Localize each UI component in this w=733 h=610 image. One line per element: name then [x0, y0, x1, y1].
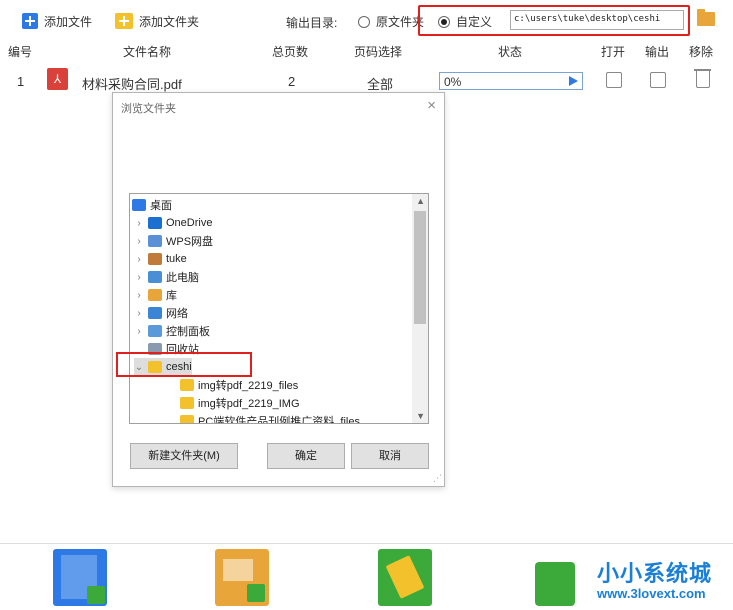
- add-folder-big-icon[interactable]: [215, 549, 269, 606]
- folder-icon: [180, 415, 194, 423]
- header-pages: 总页数: [272, 45, 309, 59]
- tree-item[interactable]: › 此电脑: [134, 268, 199, 286]
- add-file-icon: [22, 13, 38, 29]
- tree-item-label: OneDrive: [166, 217, 213, 229]
- onedrive-icon: [148, 217, 162, 229]
- header-output: 输出: [645, 45, 670, 59]
- tree-item[interactable]: 桌面: [132, 196, 172, 214]
- tree-item[interactable]: › 控制面板: [134, 322, 210, 340]
- chevron-icon[interactable]: ›: [134, 272, 144, 283]
- table-header: 编号 文件名称 总页数 页码选择 状态 打开 输出 移除: [0, 40, 733, 60]
- add-file-button[interactable]: 添加文件: [22, 10, 92, 32]
- folder-sheet-shape: [223, 559, 253, 581]
- browse-folder-dialog: 浏览文件夹 × ▲ ▼ 桌面 › OneDrive › WPS网盘 › tuke › 此电脑 › 库…: [112, 92, 445, 487]
- cloud-icon: [148, 235, 162, 247]
- radio-original-folder[interactable]: 原文件夹: [358, 13, 424, 30]
- ok-button[interactable]: 确定: [267, 443, 345, 469]
- add-folder-label: 添加文件夹: [139, 14, 200, 29]
- control-panel-icon: [148, 325, 162, 337]
- header-page-select: 页码选择: [354, 45, 403, 59]
- dialog-title: 浏览文件夹: [121, 103, 176, 115]
- chevron-icon[interactable]: ›: [134, 236, 144, 247]
- user-icon: [148, 253, 162, 265]
- trash-icon[interactable]: [694, 69, 711, 88]
- browse-folder-icon[interactable]: [697, 9, 715, 26]
- header-filename: 文件名称: [123, 45, 172, 59]
- toolbar: 添加文件 添加文件夹 输出目录: 原文件夹 自定义 c:\users\tuke\…: [0, 0, 733, 40]
- tree-item-label: tuke: [166, 253, 187, 265]
- clean-broom-icon[interactable]: [378, 549, 432, 606]
- tree-item-label: img转pdf_2219_IMG: [198, 398, 300, 410]
- add-file-label: 添加文件: [44, 14, 93, 29]
- tree-item[interactable]: › WPS网盘: [134, 232, 213, 250]
- highlight-box-ceshi: [116, 352, 252, 377]
- tree-item[interactable]: img转pdf_2219_IMG: [166, 394, 300, 412]
- radio-original-label: 原文件夹: [376, 15, 425, 29]
- tree-item[interactable]: img转pdf_2219_files: [166, 376, 298, 394]
- scroll-thumb[interactable]: [414, 211, 426, 324]
- tree-item-label: img转pdf_2219_files: [198, 380, 299, 392]
- plus-badge-icon: [87, 586, 105, 604]
- tree-item[interactable]: PC端软件产品刊例推广资料_files: [166, 412, 360, 424]
- watermark-text: 小小系统城: [597, 561, 713, 586]
- watermark: 小小系统城 www.3lovext.com: [535, 552, 733, 610]
- broom-shape: [385, 555, 425, 599]
- new-folder-button[interactable]: 新建文件夹(M): [130, 443, 238, 469]
- chevron-icon[interactable]: ›: [134, 326, 144, 337]
- add-folder-button[interactable]: 添加文件夹: [115, 10, 199, 32]
- header-open: 打开: [601, 45, 626, 59]
- header-remove: 移除: [689, 45, 714, 59]
- add-folder-icon: [115, 13, 133, 29]
- tree-item[interactable]: › tuke: [134, 250, 187, 268]
- pdf-icon: ⅄: [47, 68, 68, 90]
- chevron-icon[interactable]: ›: [134, 218, 144, 229]
- tree-item-label: 库: [166, 290, 177, 302]
- tree-item-label: PC端软件产品刊例推广资料_files: [198, 416, 360, 424]
- open-icon[interactable]: [606, 72, 622, 88]
- tree-item[interactable]: › 网络: [134, 304, 188, 322]
- highlight-box-output: [418, 5, 690, 36]
- header-index: 编号: [8, 45, 33, 59]
- row-filename: 材料采购合同.pdf: [82, 77, 182, 92]
- folder-tree[interactable]: ▲ ▼ 桌面 › OneDrive › WPS网盘 › tuke › 此电脑 › 库 › 网络 › 控制面板…: [129, 193, 429, 424]
- scrollbar[interactable]: ▲ ▼: [412, 194, 428, 423]
- tree-item-label: 网络: [166, 308, 188, 320]
- status-text: 0%: [444, 75, 462, 89]
- resize-grip-icon[interactable]: ⋰: [433, 473, 442, 484]
- output-dir-label: 输出目录:: [286, 16, 338, 30]
- tree-item-label: 桌面: [150, 200, 172, 212]
- library-icon: [148, 289, 162, 301]
- scroll-up-icon[interactable]: ▲: [416, 196, 425, 206]
- watermark-url: www.3lovext.com: [597, 586, 706, 601]
- plus-badge-icon: [247, 584, 265, 602]
- tree-item[interactable]: › OneDrive: [134, 214, 212, 232]
- row-page-select[interactable]: 全部: [367, 74, 393, 93]
- folder-icon: [180, 397, 194, 409]
- watermark-logo-icon: [535, 562, 575, 606]
- radio-original-dot: [358, 15, 370, 28]
- network-icon: [148, 307, 162, 319]
- row-pages: 2: [288, 74, 296, 89]
- tree-item-label: WPS网盘: [166, 236, 214, 248]
- row-index: 1: [17, 74, 25, 89]
- cancel-button[interactable]: 取消: [351, 443, 429, 469]
- chevron-icon[interactable]: ›: [134, 254, 144, 265]
- tree-item-label: 控制面板: [166, 326, 210, 338]
- close-icon[interactable]: ×: [427, 97, 436, 114]
- bottom-divider: [0, 543, 733, 544]
- tree-item-label: 此电脑: [166, 272, 199, 284]
- desktop-icon: [132, 199, 146, 211]
- tree-item[interactable]: › 库: [134, 286, 177, 304]
- scroll-down-icon[interactable]: ▼: [416, 411, 425, 421]
- convert-doc-icon[interactable]: [53, 549, 107, 606]
- output-icon[interactable]: [650, 72, 666, 88]
- chevron-icon[interactable]: ›: [134, 308, 144, 319]
- folder-icon: [180, 379, 194, 391]
- start-icon[interactable]: [569, 76, 578, 86]
- chevron-icon[interactable]: ›: [134, 290, 144, 301]
- status-progress: 0%: [439, 72, 583, 90]
- computer-icon: [148, 271, 162, 283]
- header-status: 状态: [498, 45, 523, 59]
